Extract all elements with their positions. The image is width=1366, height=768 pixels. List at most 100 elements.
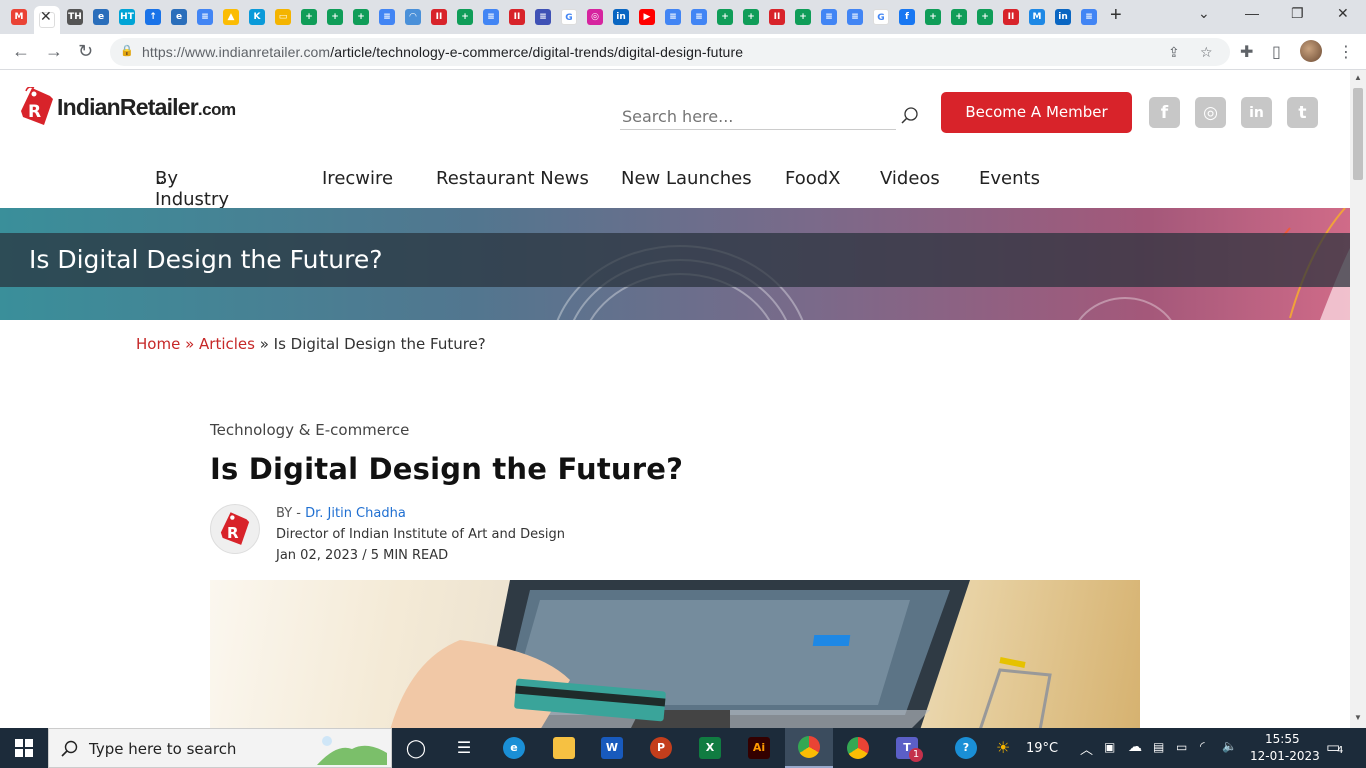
iiad-icon[interactable]: II xyxy=(506,6,528,28)
search-icon[interactable] xyxy=(900,106,920,126)
linkedin-icon[interactable]: in xyxy=(610,6,632,28)
google-sheets-icon[interactable]: + xyxy=(948,6,970,28)
scroll-up-icon[interactable]: ▲ xyxy=(1354,73,1362,82)
twitter-icon[interactable]: t xyxy=(1287,97,1318,128)
taskbar-search-box[interactable]: Type here to search xyxy=(48,728,392,768)
breadcrumb-articles[interactable]: Articles xyxy=(199,335,255,353)
instagram-icon[interactable]: ◎ xyxy=(584,6,606,28)
close-window-icon[interactable]: ✕ xyxy=(1337,5,1349,22)
bookmark-star-icon[interactable]: ☆ xyxy=(1200,44,1213,61)
search-input[interactable] xyxy=(620,104,896,130)
chrome-profile-icon[interactable] xyxy=(834,728,882,768)
article-category[interactable]: Technology & E-commerce xyxy=(210,421,409,439)
tray-chevron-up-icon[interactable]: ︿ xyxy=(1080,739,1093,758)
volume-icon[interactable]: 🔈 xyxy=(1222,739,1237,753)
google-docs-icon[interactable]: ≡ xyxy=(480,6,502,28)
youtube-icon[interactable]: ▶ xyxy=(636,6,658,28)
menu-kebab-icon[interactable]: ⋮ xyxy=(1338,42,1354,62)
clock-date[interactable]: 12-01-2023 xyxy=(1250,749,1320,763)
extensions-icon[interactable]: ✚ xyxy=(1240,42,1253,62)
new-tab-button[interactable]: + xyxy=(1110,4,1122,27)
k-icon[interactable]: K xyxy=(246,6,268,28)
google-docs-icon[interactable]: ≡ xyxy=(376,6,398,28)
onedrive-icon[interactable]: ☁ xyxy=(1128,739,1142,755)
powerpoint-icon[interactable]: P xyxy=(637,728,685,768)
side-panel-icon[interactable]: ▯ xyxy=(1272,42,1281,62)
gmail-icon[interactable]: M xyxy=(8,6,30,28)
facebook-icon[interactable]: f xyxy=(1149,97,1180,128)
iiad-icon[interactable]: II xyxy=(1000,6,1022,28)
meet-now-icon[interactable]: ▣ xyxy=(1104,740,1115,754)
google-docs-icon[interactable]: ≡ xyxy=(818,6,840,28)
illustrator-icon[interactable]: Ai xyxy=(735,728,783,768)
become-member-button[interactable]: Become A Member xyxy=(941,92,1132,133)
reload-icon[interactable]: ↻ xyxy=(78,41,93,62)
google-sheets-icon[interactable]: + xyxy=(740,6,762,28)
task-view-icon[interactable]: ◯ xyxy=(392,728,440,768)
excel-icon[interactable]: X xyxy=(686,728,734,768)
bookmark-icon[interactable]: ↑ xyxy=(142,6,164,28)
google-sheets-icon[interactable]: + xyxy=(974,6,996,28)
restore-icon[interactable]: ❐ xyxy=(1291,5,1304,22)
chrome-icon[interactable] xyxy=(785,728,833,768)
google-docs-icon[interactable]: ≡ xyxy=(688,6,710,28)
edu-icon[interactable]: e xyxy=(90,6,112,28)
teams-icon[interactable]: T1 xyxy=(883,728,931,768)
edge-icon[interactable]: e xyxy=(490,728,538,768)
google-docs-icon[interactable]: ≡ xyxy=(194,6,216,28)
author-name-link[interactable]: Dr. Jitin Chadha xyxy=(305,506,406,521)
weather-temp[interactable]: 19°C xyxy=(1026,741,1058,756)
scrollbar-thumb[interactable] xyxy=(1353,88,1363,180)
google-sheets-icon[interactable]: + xyxy=(922,6,944,28)
the-hindu-icon[interactable]: TH xyxy=(64,6,86,28)
clock-time[interactable]: 15:55 xyxy=(1265,732,1300,746)
tab-search-icon[interactable]: ⌄ xyxy=(1198,5,1210,22)
google-sheets-icon[interactable]: + xyxy=(350,6,372,28)
file-explorer-icon[interactable] xyxy=(540,728,588,768)
edu-icon[interactable]: e xyxy=(168,6,190,28)
wifi-icon[interactable]: ◜ xyxy=(1200,739,1205,753)
google-sheets-icon[interactable]: + xyxy=(298,6,320,28)
security-icon[interactable]: ▤ xyxy=(1153,740,1164,754)
ht-icon[interactable]: HT xyxy=(116,6,138,28)
google-sheets-icon[interactable]: + xyxy=(714,6,736,28)
google-icon[interactable]: G xyxy=(558,6,580,28)
google-docs-icon[interactable]: ≡ xyxy=(1078,6,1100,28)
google-docs-icon[interactable]: ≡ xyxy=(844,6,866,28)
help-icon[interactable]: ? xyxy=(942,728,990,768)
nav-item-restaurant-news[interactable]: Restaurant News xyxy=(436,168,589,189)
stack-icon[interactable]: ≡ xyxy=(532,6,554,28)
google-drive-icon[interactable]: ▲ xyxy=(220,6,242,28)
m-icon[interactable]: M xyxy=(1026,6,1048,28)
google-sheets-icon[interactable]: + xyxy=(454,6,476,28)
battery-icon[interactable]: ▭ xyxy=(1176,740,1187,754)
nav-item-videos[interactable]: Videos xyxy=(880,168,940,189)
arc-icon[interactable]: ◠ xyxy=(402,6,424,28)
author-avatar[interactable]: R xyxy=(210,504,260,554)
site-logo[interactable]: R IndianRetailer.com xyxy=(20,86,236,127)
linkedin-icon[interactable]: in xyxy=(1241,97,1272,128)
address-bar[interactable]: 🔒 https://www.indianretailer.com/article… xyxy=(110,38,1230,66)
share-icon[interactable]: ⇪ xyxy=(1168,44,1180,61)
page-scrollbar[interactable]: ▲ ▼ xyxy=(1350,70,1366,728)
word-icon[interactable]: W xyxy=(588,728,636,768)
google-sheets-icon[interactable]: + xyxy=(324,6,346,28)
google-icon[interactable]: G xyxy=(870,6,892,28)
windows-start-icon[interactable] xyxy=(0,728,48,768)
nav-item-irecwire[interactable]: Irecwire xyxy=(322,168,393,189)
widgets-icon[interactable]: ☰ xyxy=(440,728,488,768)
close-tab-icon[interactable]: ✕ xyxy=(40,8,52,25)
instagram-icon[interactable]: ◎ xyxy=(1195,97,1226,128)
google-slides-icon[interactable]: ▭ xyxy=(272,6,294,28)
scroll-down-icon[interactable]: ▼ xyxy=(1354,713,1362,722)
linkedin-icon[interactable]: in xyxy=(1052,6,1074,28)
profile-avatar[interactable] xyxy=(1300,40,1322,62)
google-sheets-icon[interactable]: + xyxy=(792,6,814,28)
breadcrumb-home[interactable]: Home xyxy=(136,335,180,353)
minimize-icon[interactable]: — xyxy=(1245,5,1259,21)
iiad-icon[interactable]: II xyxy=(766,6,788,28)
nav-item-foodx[interactable]: FoodX xyxy=(785,168,841,189)
forward-icon[interactable]: → xyxy=(45,41,63,62)
google-docs-icon[interactable]: ≡ xyxy=(662,6,684,28)
iiad-icon[interactable]: II xyxy=(428,6,450,28)
